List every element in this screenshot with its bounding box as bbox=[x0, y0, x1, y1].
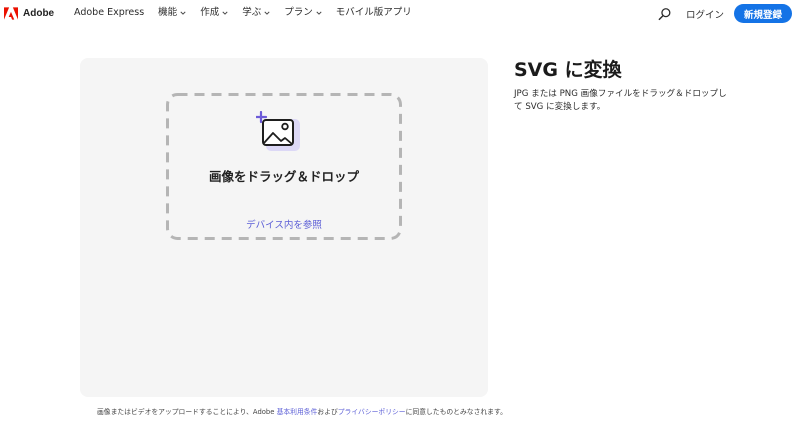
nav-item-label: 機能 bbox=[158, 7, 178, 18]
consent-middle: および bbox=[317, 408, 338, 416]
nav-item-label: プラン bbox=[284, 7, 313, 18]
page-description: JPG または PNG 画像ファイルをドラッグ＆ドロップして SVG に変換しま… bbox=[514, 89, 727, 112]
chevron-down-icon bbox=[180, 11, 186, 15]
nav-item-adobe-express[interactable]: Adobe Express bbox=[74, 6, 144, 20]
adobe-logo-icon bbox=[4, 7, 18, 20]
nav-item-create[interactable]: 作成 bbox=[200, 6, 228, 20]
upload-consent-notice: 画像またはビデオをアップロードすることにより、Adobe 基本利用条件およびプラ… bbox=[97, 406, 507, 416]
brand-name: Adobe bbox=[23, 8, 55, 19]
page-title: SVG に変換 bbox=[514, 59, 622, 81]
chevron-down-icon bbox=[264, 11, 270, 15]
upload-panel: 画像をドラッグ＆ドロップ デバイス内を参照 bbox=[80, 58, 488, 397]
consent-prefix: 画像またはビデオをアップロードすることにより、Adobe bbox=[97, 408, 277, 416]
nav-item-label: 作成 bbox=[200, 7, 220, 18]
top-navigation-bar: Adobe Adobe Express 機能 作成 学ぶ プラン モバイル版アプ… bbox=[0, 0, 800, 27]
main-nav: Adobe Express 機能 作成 学ぶ プラン モバイル版アプリ bbox=[74, 6, 426, 20]
adobe-logo[interactable]: Adobe bbox=[4, 7, 54, 20]
search-icon[interactable] bbox=[658, 7, 672, 21]
image-add-icon bbox=[256, 111, 300, 151]
consent-suffix: に同意したものとみなされます。 bbox=[405, 408, 507, 416]
nav-item-learn[interactable]: 学ぶ bbox=[242, 6, 270, 20]
privacy-policy-link[interactable]: プライバシーポリシー bbox=[338, 408, 406, 416]
drop-zone-title: 画像をドラッグ＆ドロップ bbox=[208, 169, 359, 184]
chevron-down-icon bbox=[222, 11, 228, 15]
drop-zone[interactable]: 画像をドラッグ＆ドロップ デバイス内を参照 bbox=[166, 93, 402, 240]
login-link[interactable]: ログイン bbox=[686, 7, 724, 21]
nav-item-features[interactable]: 機能 bbox=[158, 6, 186, 20]
signup-button[interactable]: 新規登録 bbox=[733, 4, 792, 23]
browse-device-link[interactable]: デバイス内を参照 bbox=[166, 217, 402, 231]
nav-item-label: 学ぶ bbox=[242, 7, 262, 18]
nav-item-plans[interactable]: プラン bbox=[284, 6, 322, 20]
terms-of-use-link[interactable]: 基本利用条件 bbox=[277, 408, 318, 416]
nav-item-mobile-app[interactable]: モバイル版アプリ bbox=[336, 6, 412, 20]
header-actions: ログイン 新規登録 bbox=[658, 4, 792, 23]
nav-item-label: モバイル版アプリ bbox=[335, 7, 412, 18]
nav-item-label: Adobe Express bbox=[74, 7, 145, 18]
chevron-down-icon bbox=[316, 11, 322, 15]
